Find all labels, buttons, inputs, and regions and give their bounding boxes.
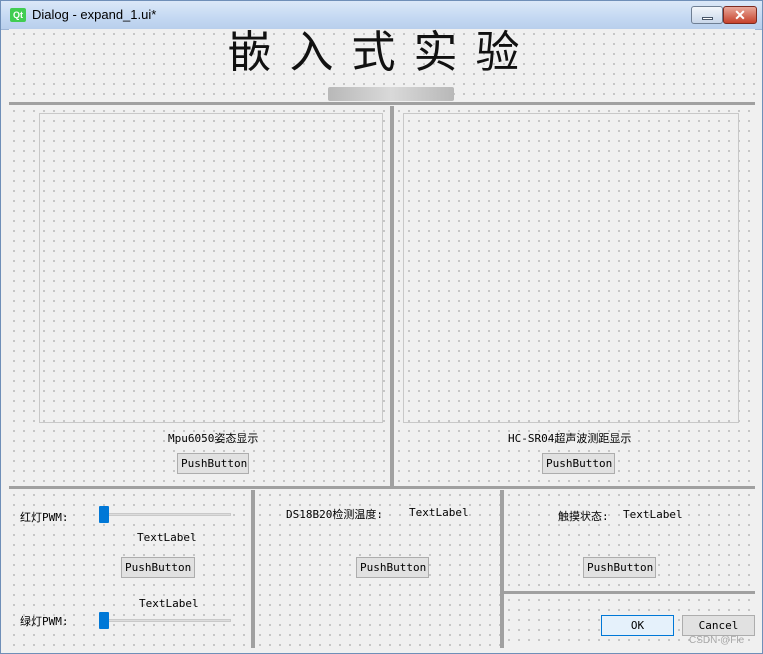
- green-pwm-label: 绿灯PWM:: [20, 615, 69, 628]
- close-button[interactable]: ✕: [723, 6, 757, 24]
- red-pwm-value: TextLabel: [137, 531, 197, 544]
- redacted-bar: [328, 87, 454, 101]
- red-pwm-label: 红灯PWM:: [20, 511, 69, 524]
- page-title: 嵌入式实验: [227, 27, 538, 78]
- touch-label: 触摸状态:: [558, 510, 609, 523]
- temperature-push-button[interactable]: PushButton: [356, 557, 429, 578]
- red-slider-groove: [99, 513, 231, 516]
- ok-button[interactable]: OK: [601, 615, 674, 636]
- window-title: Dialog - expand_1.ui*: [32, 7, 157, 22]
- touch-value: TextLabel: [623, 508, 683, 521]
- green-pwm-value: TextLabel: [139, 597, 199, 610]
- watermark: CSDN @Fle: [689, 635, 745, 646]
- mpu-caption: Mpu6050姿态显示: [168, 432, 259, 445]
- hcsr-push-button[interactable]: PushButton: [542, 453, 615, 474]
- button-box-separator: [504, 591, 755, 594]
- title-bar[interactable]: Qt Dialog - expand_1.ui* ✕: [1, 1, 762, 30]
- green-slider-groove: [99, 619, 231, 622]
- red-slider-handle[interactable]: [99, 506, 109, 523]
- green-slider-handle[interactable]: [99, 612, 109, 629]
- minimize-button[interactable]: [691, 6, 723, 24]
- hcsr-display-frame: [403, 113, 739, 423]
- temperature-value: TextLabel: [409, 506, 469, 519]
- temperature-label: DS18B20检测温度:: [286, 508, 383, 521]
- mpu-push-button[interactable]: PushButton: [177, 453, 249, 474]
- minimize-icon: [701, 16, 713, 20]
- close-icon: ✕: [734, 7, 746, 23]
- mpu-display-frame: [39, 113, 383, 423]
- cancel-button[interactable]: Cancel: [682, 615, 755, 636]
- hcsr-caption: HC-SR04超声波测距显示: [508, 432, 632, 445]
- middle-separator: [9, 486, 755, 489]
- pwm-push-button[interactable]: PushButton: [121, 557, 195, 578]
- qt-logo-icon: Qt: [10, 8, 26, 22]
- green-pwm-slider[interactable]: [99, 612, 231, 629]
- touch-push-button[interactable]: PushButton: [583, 557, 656, 578]
- dialog-window: Qt Dialog - expand_1.ui* ✕ 嵌入式实验 Mpu6050…: [0, 0, 763, 654]
- header-separator: [9, 102, 755, 105]
- red-pwm-slider[interactable]: [99, 506, 231, 523]
